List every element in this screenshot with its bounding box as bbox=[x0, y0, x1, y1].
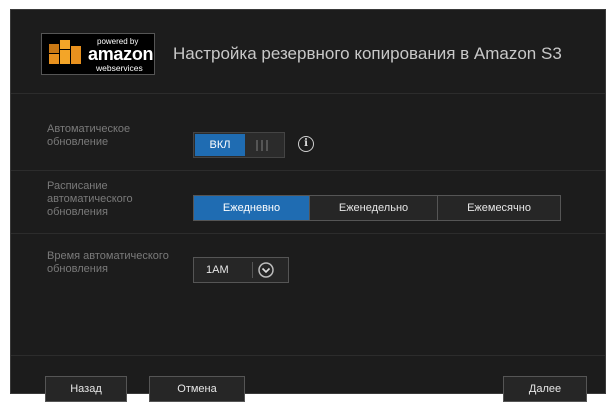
time-label: Время автоматического обновления bbox=[47, 250, 169, 275]
footer-divider bbox=[11, 355, 605, 356]
backup-setup-dialog: powered by amazon webservices Настройка … bbox=[10, 9, 606, 402]
row-divider bbox=[11, 233, 605, 234]
chevron-down-icon bbox=[258, 262, 274, 278]
aws-logo: powered by amazon webservices bbox=[41, 33, 155, 75]
back-button[interactable]: Назад bbox=[45, 376, 127, 402]
info-icon[interactable]: i bbox=[298, 136, 314, 152]
schedule-weekly-button[interactable]: Еженедельно bbox=[310, 196, 438, 220]
auto-update-label: Автоматическое обновление bbox=[47, 123, 131, 148]
time-select[interactable]: 1AM bbox=[193, 257, 289, 283]
next-button[interactable]: Далее bbox=[503, 376, 587, 402]
row-divider bbox=[11, 170, 605, 171]
logo-brand-text: amazon bbox=[88, 44, 154, 64]
dialog-title: Настройка резервного копирования в Amazo… bbox=[173, 44, 562, 63]
cancel-button[interactable]: Отмена bbox=[149, 376, 245, 402]
select-divider bbox=[252, 262, 253, 278]
header-divider bbox=[11, 93, 605, 94]
schedule-label: Расписание автоматического обновления bbox=[47, 180, 133, 218]
auto-update-toggle[interactable]: ВКЛ bbox=[193, 132, 285, 158]
schedule-daily-button[interactable]: Ежедневно bbox=[194, 196, 310, 220]
dialog-header: powered by amazon webservices Настройка … bbox=[41, 33, 605, 75]
schedule-segmented-control: Ежедневно Еженедельно Ежемесячно bbox=[193, 195, 561, 221]
schedule-monthly-button[interactable]: Ежемесячно bbox=[438, 196, 560, 220]
toggle-on-label: ВКЛ bbox=[195, 134, 245, 156]
aws-cubes-icon bbox=[49, 40, 81, 64]
toggle-grip-icon bbox=[256, 140, 268, 151]
logo-sub-text: webservices bbox=[96, 63, 143, 73]
time-select-value: 1AM bbox=[206, 264, 229, 276]
